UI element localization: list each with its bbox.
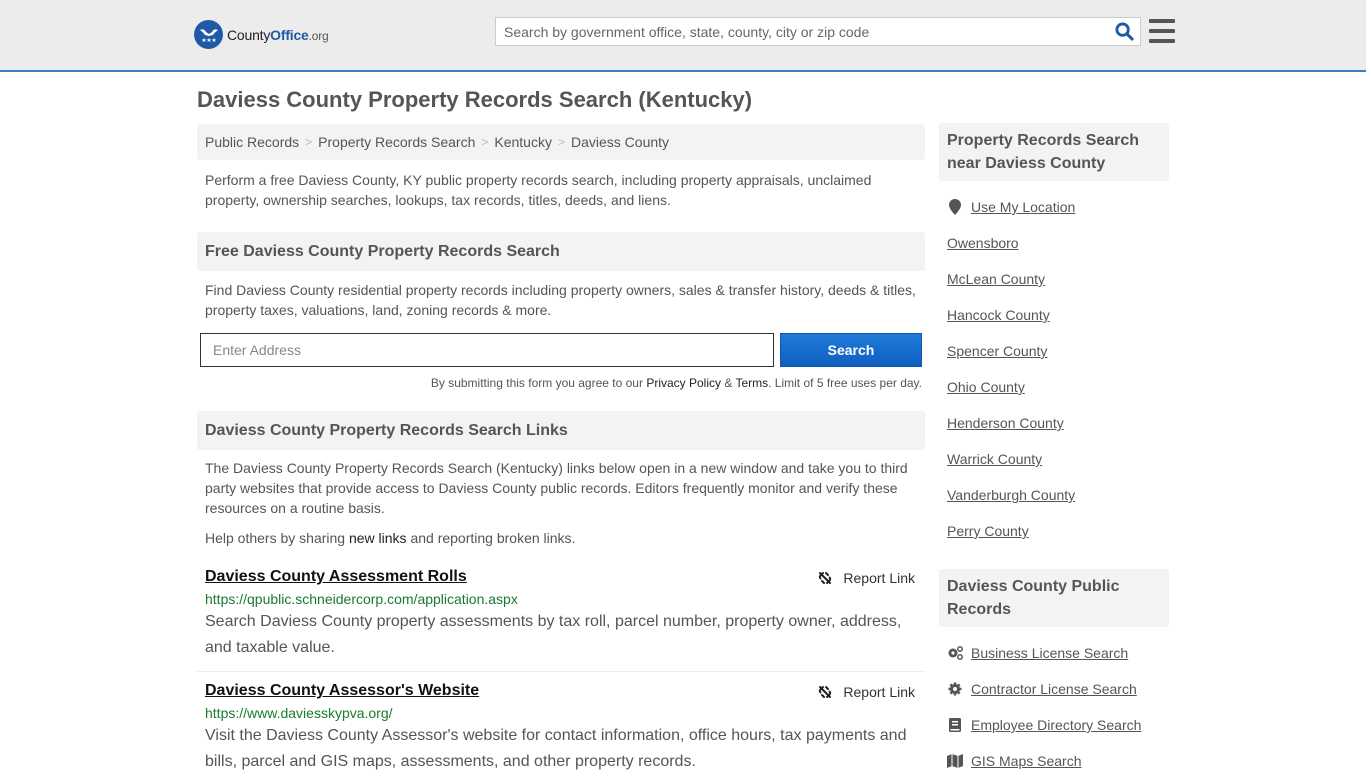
hamburger-menu-icon: [1149, 19, 1175, 23]
disclaimer-amp: &: [721, 376, 736, 390]
form-disclaimer: By submitting this form you agree to our…: [197, 376, 925, 390]
use-my-location-item: Use My Location: [947, 189, 1161, 225]
gear-icon: [947, 682, 963, 696]
nearby-item: Henderson County: [947, 405, 1161, 441]
public-records-heading: Daviess County Public Records: [939, 569, 1169, 627]
contractor-license-search-link[interactable]: Contractor License Search: [971, 681, 1137, 697]
breadcrumb-kentucky[interactable]: Kentucky: [494, 134, 552, 150]
resource-link-title[interactable]: Daviess County Assessor's Website: [205, 682, 479, 699]
nearby-item: McLean County: [947, 261, 1161, 297]
address-search-form: Search: [197, 333, 925, 367]
nearby-heading: Property Records Search near Daviess Cou…: [939, 123, 1169, 181]
nearby-link-ohio-county[interactable]: Ohio County: [947, 379, 1025, 395]
map-icon: [947, 754, 963, 768]
nearby-link-henderson-county[interactable]: Henderson County: [947, 415, 1064, 431]
report-link-label: Report Link: [843, 570, 915, 586]
public-records-list: Business License Search Contractor Licen…: [939, 635, 1169, 779]
public-records-item: Contractor License Search: [947, 671, 1161, 707]
resource-link-item: Daviess County Assessor's Website Report…: [197, 682, 925, 775]
resource-link-description: Visit the Daviess County Assessor's webs…: [205, 727, 907, 770]
resource-link-url[interactable]: https://qpublic.schneidercorp.com/applic…: [205, 591, 917, 607]
new-links-link[interactable]: new links: [349, 530, 407, 546]
top-bar: CountyOffice.org: [0, 0, 1366, 72]
business-license-search-link[interactable]: Business License Search: [971, 645, 1128, 661]
links-section-heading: Daviess County Property Records Search L…: [197, 411, 925, 450]
nearby-item: Hancock County: [947, 297, 1161, 333]
nearby-list: Use My Location Owensboro McLean County …: [939, 189, 1169, 549]
nearby-link-vanderburgh-county[interactable]: Vanderburgh County: [947, 487, 1075, 503]
public-records-item: GIS Maps Search: [947, 743, 1161, 779]
resource-link-title[interactable]: Daviess County Assessment Rolls: [205, 568, 467, 585]
broken-link-icon: [819, 572, 832, 584]
nearby-link-owensboro[interactable]: Owensboro: [947, 235, 1019, 251]
breadcrumb-separator: >: [305, 135, 313, 149]
menu-bar: [1149, 39, 1175, 43]
links-section-description: The Daviess County Property Records Sear…: [205, 460, 908, 516]
nearby-link-perry-county[interactable]: Perry County: [947, 523, 1029, 539]
eagle-logo-icon: [194, 20, 223, 49]
nearby-item: Spencer County: [947, 333, 1161, 369]
gis-maps-search-link[interactable]: GIS Maps Search: [971, 753, 1082, 769]
broken-link-icon: [819, 686, 832, 698]
nearby-item: Owensboro: [947, 225, 1161, 261]
disclaimer-suffix: . Limit of 5 free uses per day.: [768, 376, 922, 390]
public-records-item: Employee Directory Search: [947, 707, 1161, 743]
use-my-location-link[interactable]: Use My Location: [971, 199, 1075, 215]
hamburger-menu-button[interactable]: [1149, 19, 1175, 43]
resource-link-item: Daviess County Assessment Rolls Report L…: [197, 568, 925, 661]
help-prefix: Help others by sharing: [205, 530, 349, 546]
free-search-heading: Free Daviess County Property Records Sea…: [197, 232, 925, 271]
site-logo[interactable]: CountyOffice.org: [194, 20, 329, 49]
search-icon: [1114, 22, 1134, 41]
nearby-link-mclean-county[interactable]: McLean County: [947, 271, 1045, 287]
page-title: Daviess County Property Records Search (…: [197, 87, 753, 112]
free-search-description: Find Daviess County residential property…: [205, 282, 916, 318]
resource-link-url[interactable]: https://www.daviesskypva.org/: [205, 705, 917, 721]
main-content: Public Records > Property Records Search…: [197, 124, 925, 775]
report-link-button[interactable]: Report Link: [817, 684, 915, 700]
nearby-item: Vanderburgh County: [947, 477, 1161, 513]
report-link-label: Report Link: [843, 684, 915, 700]
intro-text: Perform a free Daviess County, KY public…: [205, 172, 872, 208]
breadcrumb-property-records-search[interactable]: Property Records Search: [318, 134, 475, 150]
divider: [197, 671, 925, 672]
breadcrumb-separator: >: [481, 135, 489, 149]
map-marker-icon: [947, 199, 963, 215]
report-link-button[interactable]: Report Link: [817, 570, 915, 586]
terms-link[interactable]: Terms: [735, 376, 768, 390]
breadcrumb-separator: >: [557, 135, 565, 149]
gears-icon: [947, 646, 963, 660]
address-search-button[interactable]: Search: [780, 333, 922, 367]
disclaimer-text: By submitting this form you agree to our: [430, 376, 647, 390]
nearby-link-spencer-county[interactable]: Spencer County: [947, 343, 1047, 359]
menu-bar: [1149, 29, 1175, 33]
public-records-item: Business License Search: [947, 635, 1161, 671]
nearby-item: Ohio County: [947, 369, 1161, 405]
breadcrumb-public-records[interactable]: Public Records: [205, 134, 299, 150]
employee-directory-search-link[interactable]: Employee Directory Search: [971, 717, 1141, 733]
nearby-link-hancock-county[interactable]: Hancock County: [947, 307, 1050, 323]
logo-text: CountyOffice.org: [227, 26, 329, 43]
nearby-link-warrick-county[interactable]: Warrick County: [947, 451, 1042, 467]
help-text: Help others by sharing new links and rep…: [197, 528, 925, 548]
nearby-item: Warrick County: [947, 441, 1161, 477]
resource-link-description: Search Daviess County property assessmen…: [205, 613, 902, 656]
breadcrumb-daviess-county[interactable]: Daviess County: [571, 134, 669, 150]
sidebar: Property Records Search near Daviess Cou…: [939, 123, 1169, 779]
breadcrumb: Public Records > Property Records Search…: [197, 124, 925, 160]
privacy-policy-link[interactable]: Privacy Policy: [646, 376, 721, 390]
help-suffix: and reporting broken links.: [406, 530, 576, 546]
address-input[interactable]: [200, 333, 774, 367]
book-icon: [947, 718, 963, 732]
site-search: [495, 17, 1141, 46]
nearby-item: Perry County: [947, 513, 1161, 549]
search-button[interactable]: [1108, 18, 1140, 45]
site-search-input[interactable]: [496, 23, 1108, 40]
